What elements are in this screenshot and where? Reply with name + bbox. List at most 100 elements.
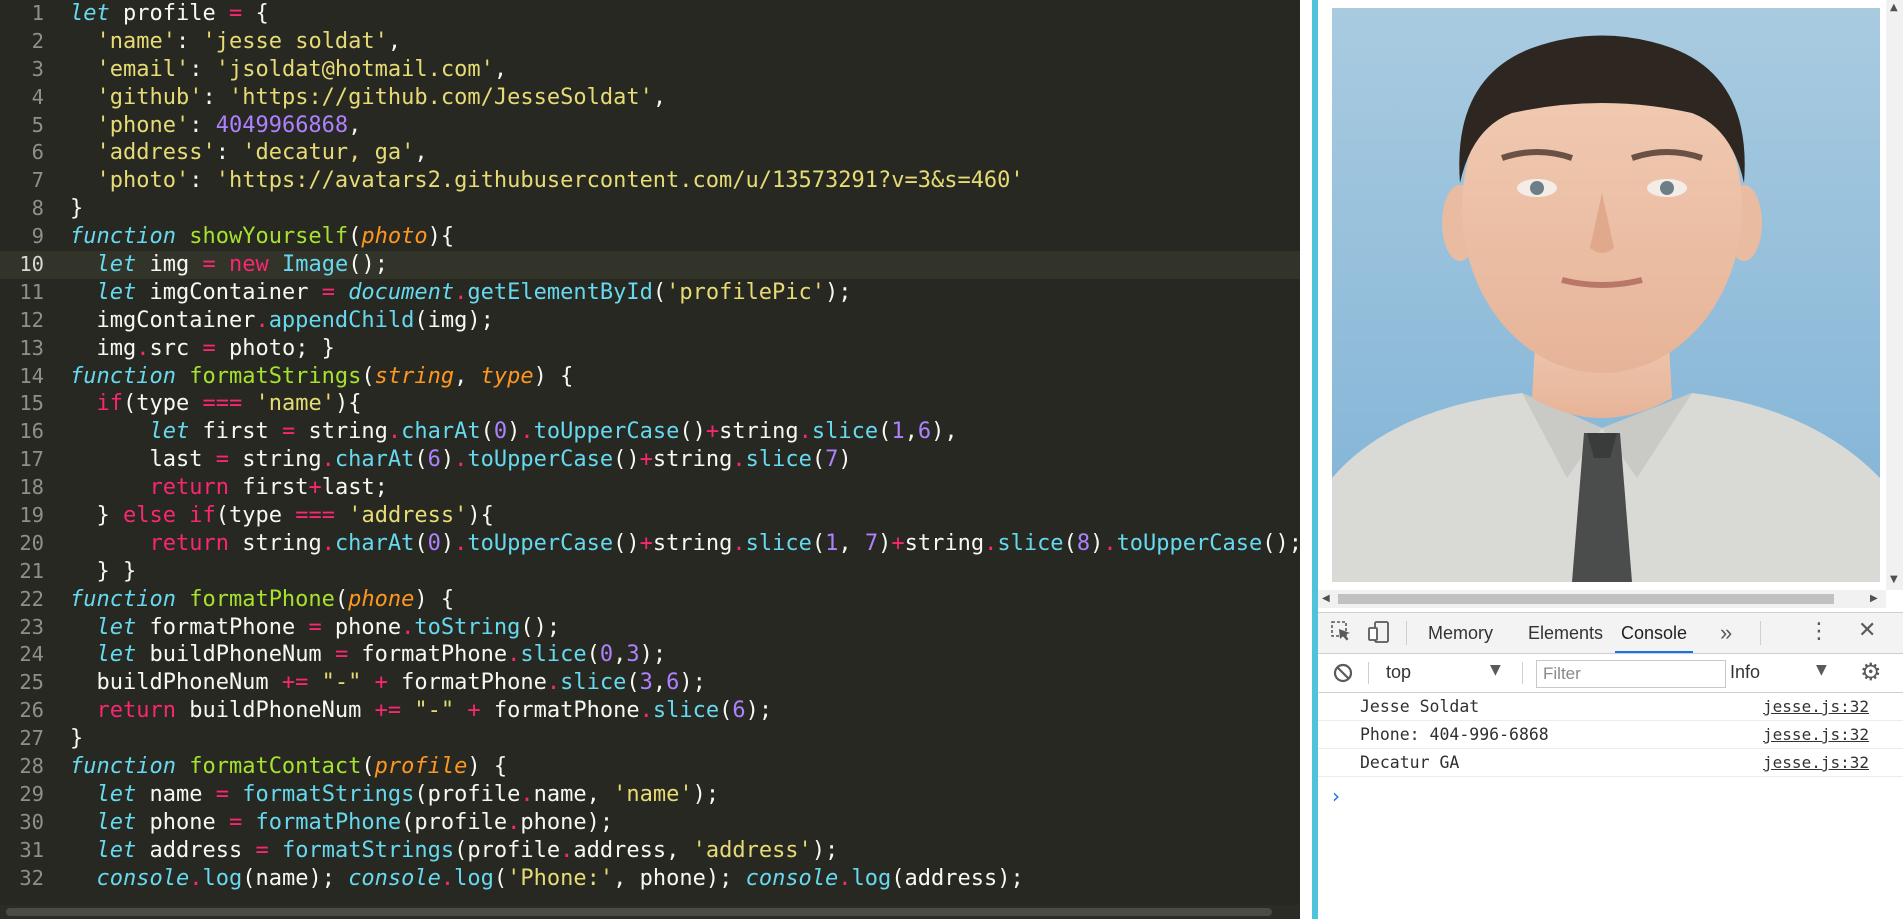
code-line[interactable]: 7 'photo': 'https://avatars2.githubuserc…: [0, 167, 1300, 195]
code-text[interactable]: 'github': 'https://github.com/JesseSolda…: [70, 84, 667, 112]
code-text[interactable]: img.src = photo; }: [70, 335, 334, 363]
code-line[interactable]: 2 'name': 'jesse soldat',: [0, 28, 1300, 56]
code-text[interactable]: }: [70, 725, 83, 753]
code-text[interactable]: imgContainer.appendChild(img);: [70, 307, 493, 335]
code-line[interactable]: 28 function formatContact(profile) {: [0, 753, 1300, 781]
code-line[interactable]: 14 function formatStrings(string, type) {: [0, 363, 1300, 391]
code-line[interactable]: 30 let phone = formatPhone(profile.phone…: [0, 809, 1300, 837]
code-text[interactable]: 'email': 'jsoldat@hotmail.com',: [70, 56, 508, 84]
code-text[interactable]: return buildPhoneNum += "-" + formatPhon…: [70, 697, 773, 725]
code-token: let: [96, 781, 137, 807]
code-line[interactable]: 25 buildPhoneNum += "-" + formatPhone.sl…: [0, 669, 1300, 697]
code-line[interactable]: 15 if(type === 'name'){: [0, 390, 1300, 418]
tab-elements[interactable]: Elements: [1528, 613, 1603, 653]
code-line[interactable]: 9 function showYourself(photo){: [0, 223, 1300, 251]
device-toolbar-icon[interactable]: [1368, 620, 1390, 644]
code-text[interactable]: 'address': 'decatur, ga',: [70, 139, 428, 167]
context-select[interactable]: top: [1386, 662, 1411, 683]
console-message-source-link[interactable]: jesse.js:32: [1763, 753, 1869, 772]
code-line[interactable]: 20 return string.charAt(0).toUpperCase()…: [0, 530, 1300, 558]
code-line[interactable]: 12 imgContainer.appendChild(img);: [0, 307, 1300, 335]
code-text[interactable]: } }: [70, 558, 136, 586]
code-text[interactable]: function formatPhone(phone) {: [70, 586, 454, 614]
console-message: Decatur GA jesse.js:32: [1318, 749, 1903, 777]
code-line[interactable]: 1 let profile = {: [0, 0, 1300, 28]
preview-horizontal-scrollbar[interactable]: ◀ ▶: [1318, 590, 1886, 608]
editor-horizontal-scroll-thumb[interactable]: [6, 908, 1272, 916]
code-text[interactable]: } else if(type === 'address'){: [70, 502, 493, 530]
chevron-down-icon[interactable]: ▼: [1490, 662, 1501, 678]
console-message-source-link[interactable]: jesse.js:32: [1763, 725, 1869, 744]
preview-vertical-scrollbar[interactable]: ▲ ▼: [1886, 0, 1903, 590]
code-text[interactable]: function formatContact(profile) {: [70, 753, 507, 781]
code-line[interactable]: 17 last = string.charAt(6).toUpperCase()…: [0, 446, 1300, 474]
inspect-element-icon[interactable]: [1330, 620, 1352, 642]
code-text[interactable]: console.log(name); console.log('Phone:',…: [70, 865, 1024, 893]
code-line[interactable]: 11 let imgContainer = document.getElemen…: [0, 279, 1300, 307]
code-line[interactable]: 16 let first = string.charAt(0).toUpperC…: [0, 418, 1300, 446]
code-text[interactable]: let profile = {: [70, 0, 269, 28]
tab-memory[interactable]: Memory: [1428, 613, 1493, 653]
code-text[interactable]: let phone = formatPhone(profile.phone);: [70, 809, 614, 837]
code-line[interactable]: 6 'address': 'decatur, ga',: [0, 139, 1300, 167]
code-token: , phone);: [613, 865, 746, 891]
scroll-right-arrow-icon[interactable]: ▶: [1870, 593, 1878, 604]
code-line[interactable]: 23 let formatPhone = phone.toString();: [0, 614, 1300, 642]
code-line[interactable]: 31 let address = formatStrings(profile.a…: [0, 837, 1300, 865]
editor-horizontal-scrollbar[interactable]: [0, 905, 1300, 919]
code-text[interactable]: return string.charAt(0).toUpperCase()+st…: [70, 530, 1300, 558]
clear-console-icon[interactable]: [1332, 662, 1354, 684]
code-text[interactable]: function showYourself(photo){: [70, 223, 454, 251]
code-line[interactable]: 19 } else if(type === 'address'){: [0, 502, 1300, 530]
code-text[interactable]: last = string.charAt(6).toUpperCase()+st…: [70, 446, 851, 474]
gear-icon[interactable]: ⚙: [1860, 658, 1882, 686]
code-text[interactable]: let buildPhoneNum = formatPhone.slice(0,…: [70, 641, 667, 669]
code-text[interactable]: 'photo': 'https://avatars2.githubusercon…: [70, 167, 1024, 195]
code-text[interactable]: let name = formatStrings(profile.name, '…: [70, 781, 720, 809]
code-lines[interactable]: 1 let profile = {2 'name': 'jesse soldat'…: [0, 0, 1300, 893]
console-message-source-link[interactable]: jesse.js:32: [1763, 697, 1869, 716]
scroll-left-arrow-icon[interactable]: ◀: [1322, 593, 1330, 604]
console-prompt-icon[interactable]: ›: [1332, 784, 1340, 808]
code-line[interactable]: 13 img.src = photo; }: [0, 335, 1300, 363]
code-text[interactable]: function formatStrings(string, type) {: [70, 363, 573, 391]
console-output[interactable]: Jesse Soldat jesse.js:32 Phone: 404-996-…: [1318, 693, 1903, 920]
code-line[interactable]: 5 'phone': 4049966868,: [0, 112, 1300, 140]
code-line[interactable]: 3 'email': 'jsoldat@hotmail.com',: [0, 56, 1300, 84]
code-line[interactable]: 10 let img = new Image();: [0, 251, 1300, 279]
code-token: if: [189, 503, 216, 529]
code-text[interactable]: buildPhoneNum += "-" + formatPhone.slice…: [70, 669, 705, 697]
code-line[interactable]: 21 } }: [0, 558, 1300, 586]
more-tabs-icon[interactable]: »: [1720, 613, 1732, 653]
code-text[interactable]: }: [70, 195, 83, 223]
code-token: ): [1090, 530, 1104, 556]
tab-console[interactable]: Console: [1615, 613, 1694, 653]
kebab-menu-icon[interactable]: ⋮: [1808, 619, 1830, 644]
scroll-up-arrow-icon[interactable]: ▲: [1890, 2, 1898, 13]
code-line[interactable]: 32 console.log(name); console.log('Phone…: [0, 865, 1300, 893]
code-line[interactable]: 18 return first+last;: [0, 474, 1300, 502]
code-text[interactable]: if(type === 'name'){: [70, 390, 362, 418]
code-line[interactable]: 27}: [0, 725, 1300, 753]
scroll-down-arrow-icon[interactable]: ▼: [1890, 574, 1898, 585]
code-line[interactable]: 26 return buildPhoneNum += "-" + formatP…: [0, 697, 1300, 725]
code-line[interactable]: 24 let buildPhoneNum = formatPhone.slice…: [0, 641, 1300, 669]
chevron-down-icon[interactable]: ▼: [1816, 662, 1827, 678]
log-level-select[interactable]: Info: [1730, 662, 1760, 683]
code-text[interactable]: 'name': 'jesse soldat',: [70, 28, 402, 56]
code-line[interactable]: 8}: [0, 195, 1300, 223]
code-text[interactable]: let img = new Image();: [70, 251, 388, 279]
code-text[interactable]: let formatPhone = phone.toString();: [70, 614, 561, 642]
code-text[interactable]: let first = string.charAt(0).toUpperCase…: [70, 418, 957, 446]
code-editor[interactable]: 1 let profile = {2 'name': 'jesse soldat'…: [0, 0, 1300, 919]
code-line[interactable]: 4 'github': 'https://github.com/JesseSol…: [0, 84, 1300, 112]
code-text[interactable]: return first+last;: [70, 474, 387, 502]
code-text[interactable]: let imgContainer = document.getElementBy…: [70, 279, 852, 307]
filter-input[interactable]: [1536, 660, 1726, 688]
code-line[interactable]: 22 function formatPhone(phone) {: [0, 586, 1300, 614]
code-text[interactable]: 'phone': 4049966868,: [70, 112, 362, 140]
code-text[interactable]: let address = formatStrings(profile.addr…: [70, 837, 839, 865]
preview-horizontal-scroll-thumb[interactable]: [1338, 594, 1834, 604]
close-icon[interactable]: ✕: [1858, 618, 1876, 643]
code-line[interactable]: 29 let name = formatStrings(profile.name…: [0, 781, 1300, 809]
